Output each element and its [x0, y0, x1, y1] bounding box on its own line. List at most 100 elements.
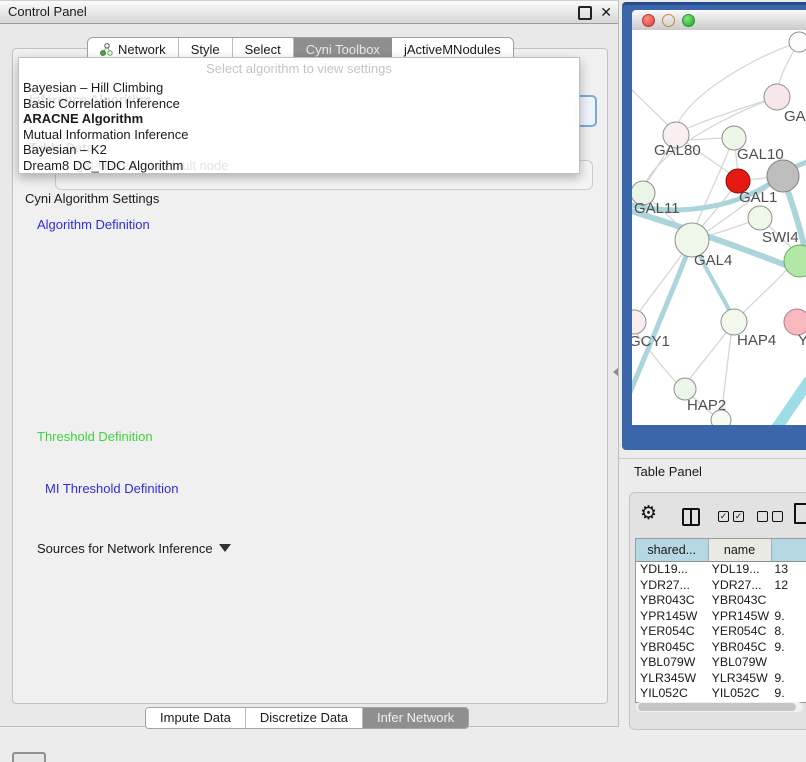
splitter-collapse-icon[interactable]: [613, 368, 618, 376]
table-cell: [770, 593, 806, 609]
tab-label: Select: [245, 42, 281, 57]
tab-label: Network: [118, 42, 166, 57]
table-cell: 9.: [770, 640, 806, 656]
table-cell: YDL19...: [636, 562, 708, 578]
deselect-all-icon[interactable]: [757, 511, 768, 522]
close-panel-icon[interactable]: ✕: [600, 1, 612, 23]
network-canvas[interactable]: GALGAL80GAL10GAL1GAL11SWI4GAL4GCY1HAP4YH…: [632, 30, 806, 425]
table-row[interactable]: YDR27...YDR27...12: [636, 578, 806, 594]
table-header-row: shared...name: [636, 539, 806, 562]
table-body: YDL19...YDL19...13YDR27...YDR27...12YBR0…: [636, 562, 806, 702]
tab-label: Style: [191, 42, 220, 57]
threshold-definition-title: Threshold Definition: [34, 429, 156, 444]
corner-panel-stub[interactable]: [12, 752, 46, 762]
select-all-icon[interactable]: ✓: [718, 511, 729, 522]
select-all-icon[interactable]: ✓: [733, 511, 744, 522]
tab-label: Cyni Toolbox: [306, 42, 380, 57]
table-cell: YIL052C: [636, 686, 708, 702]
table-hscrollbar[interactable]: [636, 702, 803, 712]
column-selector-icon[interactable]: [682, 508, 700, 526]
table-cell: YBR043C: [708, 593, 771, 609]
node-table[interactable]: shared...name YDL19...YDL19...13YDR27...…: [635, 538, 806, 703]
network-edge[interactable]: [678, 42, 799, 123]
new-table-icon[interactable]: [794, 503, 806, 524]
close-window-icon[interactable]: [642, 14, 655, 27]
table-cell: 12: [770, 578, 806, 594]
table-row[interactable]: YER054CYER054C8.: [636, 624, 806, 640]
table-cell: YER054C: [636, 624, 708, 640]
bottom-tab-infer-network[interactable]: Infer Network: [363, 708, 468, 728]
algorithm-option-aracne-algorithm[interactable]: ARACNE Algorithm: [23, 111, 575, 127]
network-node[interactable]: [767, 160, 799, 192]
algorithm-option-mutual-information-inference[interactable]: Mutual Information Inference: [23, 127, 575, 143]
table-row[interactable]: YBL079WYBL079W: [636, 655, 806, 671]
node-label-gal: GAL: [784, 108, 806, 125]
network-edge[interactable]: [632, 90, 670, 128]
sources-group-title[interactable]: Sources for Network Inference: [34, 541, 234, 556]
algorithm-option-basic-correlation-inference[interactable]: Basic Correlation Inference: [23, 96, 575, 112]
algorithm-option-bayesian-hill-climbing[interactable]: Bayesian – Hill Climbing: [23, 80, 575, 96]
control-panel-bottom-tabs: Impute DataDiscretize DataInfer Network: [145, 707, 469, 729]
table-cell: YBR043C: [636, 593, 708, 609]
table-cell: YPR145W: [636, 609, 708, 625]
table-cell: YPR145W: [708, 609, 771, 625]
mi-threshold-group-title: MI Threshold Definition: [42, 481, 181, 496]
table-cell: 9.: [770, 671, 806, 687]
node-label-gcy1: GCY1: [632, 333, 670, 350]
cyni-settings-title: Cyni Algorithm Settings: [22, 191, 162, 206]
table-cell: YDR27...: [708, 578, 771, 594]
table-cell: YBR045C: [636, 640, 708, 656]
dropdown-hint: Select algorithm to view settings: [19, 61, 579, 76]
network-edge[interactable]: [742, 268, 788, 314]
bottom-tab-discretize-data[interactable]: Discretize Data: [246, 708, 363, 728]
table-row[interactable]: YDL19...YDL19...13: [636, 562, 806, 578]
network-window-titlebar[interactable]: [632, 10, 806, 31]
node-label-gal10: GAL10: [737, 146, 784, 163]
network-node-swi4[interactable]: [748, 206, 772, 230]
node-label-hap4: HAP4: [737, 332, 776, 349]
table-cell: YER054C: [708, 624, 771, 640]
float-panel-icon[interactable]: [578, 6, 592, 20]
zoom-window-icon[interactable]: [682, 14, 695, 27]
algorithm-option-bayesian-k2[interactable]: Bayesian – K2: [23, 142, 575, 158]
control-panel-titlebar[interactable]: Control Panel ✕: [0, 0, 618, 24]
column-header-shared[interactable]: shared...: [636, 539, 709, 561]
sources-title-text: Sources for Network Inference: [37, 541, 213, 556]
table-row[interactable]: YLR345WYLR345W9.: [636, 671, 806, 687]
network-node[interactable]: [711, 410, 731, 425]
column-header-col2[interactable]: [772, 539, 806, 561]
table-cell: 9.: [770, 686, 806, 702]
network-canvas-svg: GALGAL80GAL10GAL1GAL11SWI4GAL4GCY1HAP4YH…: [632, 30, 806, 425]
table-cell: 9.: [770, 609, 806, 625]
network-node[interactable]: [789, 32, 806, 52]
table-row[interactable]: YBR043CYBR043C: [636, 593, 806, 609]
table-cell: YBR045C: [708, 640, 771, 656]
settings-gear-icon[interactable]: ⚙: [640, 504, 657, 524]
table-cell: YDR27...: [636, 578, 708, 594]
minimize-window-icon[interactable]: [662, 14, 675, 27]
table-cell: YBL079W: [708, 655, 771, 671]
node-label-y: Y: [798, 332, 806, 349]
table-row[interactable]: YPR145WYPR145W9.: [636, 609, 806, 625]
control-panel-title: Control Panel: [8, 1, 87, 23]
network-node-gcy1[interactable]: [632, 310, 646, 334]
tab-label: jActiveMNodules: [404, 42, 501, 57]
network-edge[interactable]: [756, 382, 806, 425]
table-cell: YDL19...: [708, 562, 771, 578]
bottom-tab-impute-data[interactable]: Impute Data: [146, 708, 246, 728]
application-window: Control Panel ✕ Network Style Select Cyni T…: [0, 0, 806, 762]
algorithm-dropdown[interactable]: Inference Algorithm Table Data gal-filte…: [18, 57, 580, 174]
node-label-swi4: SWI4: [762, 229, 799, 246]
network-node[interactable]: [784, 245, 806, 277]
table-cell: YBL079W: [636, 655, 708, 671]
network-node-gal[interactable]: [764, 84, 790, 110]
table-row[interactable]: YIL052CYIL052C9.: [636, 686, 806, 702]
table-row[interactable]: YBR045CYBR045C9.: [636, 640, 806, 656]
dropdown-items: Bayesian – Hill ClimbingBasic Correlatio…: [23, 80, 575, 173]
collapse-arrow-icon[interactable]: [219, 544, 231, 552]
deselect-all-icon[interactable]: [772, 511, 783, 522]
algorithm-option-dream8-dc-tdc-algorithm[interactable]: Dream8 DC_TDC Algorithm: [23, 158, 575, 174]
column-header-name[interactable]: name: [709, 539, 772, 561]
table-cell: [770, 655, 806, 671]
node-label-gal4: GAL4: [694, 252, 732, 269]
